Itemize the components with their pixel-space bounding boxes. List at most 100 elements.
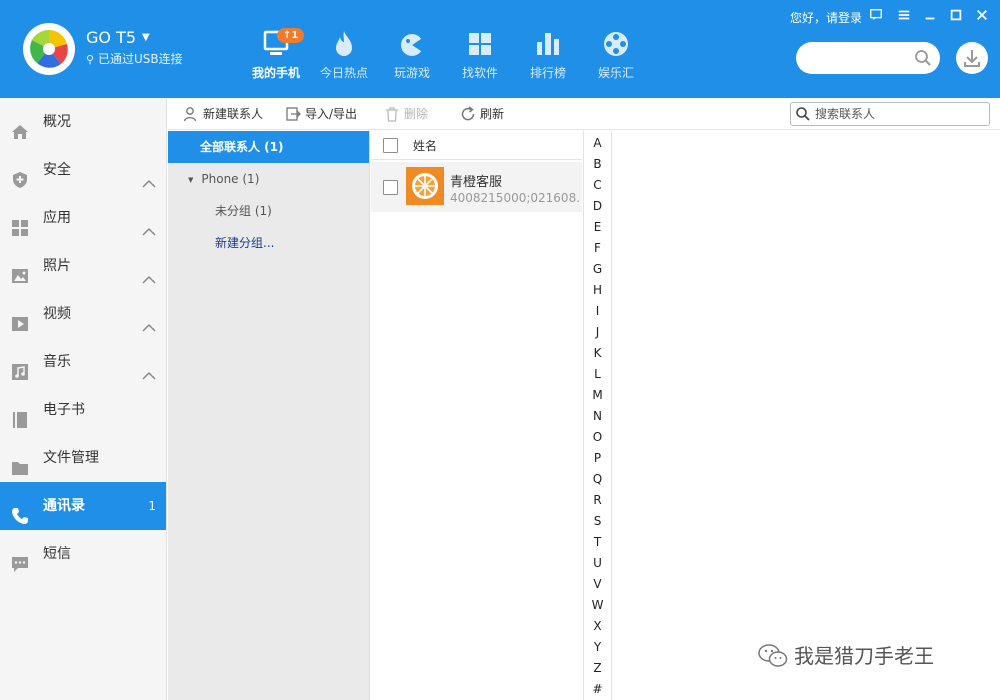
alphabet-letter[interactable]: E [584, 217, 611, 238]
refresh-icon [461, 106, 475, 121]
nav-games[interactable]: 玩游戏 [382, 28, 442, 81]
import-export-icon [286, 107, 301, 121]
sidebar-item-apps[interactable]: 应用 [0, 194, 166, 242]
close-icon[interactable] [974, 8, 990, 24]
maximize-icon[interactable] [948, 8, 964, 24]
sidebar-item-ebooks[interactable]: 电子书 [0, 386, 166, 434]
device-dropdown-icon[interactable]: ▼ [142, 32, 150, 43]
alphabet-letter[interactable]: R [584, 490, 611, 511]
alphabet-letter[interactable]: B [584, 154, 611, 175]
alphabet-letter[interactable]: I [584, 301, 611, 322]
alphabet-letter[interactable]: J [584, 322, 611, 343]
update-badge: ↑1 [277, 28, 305, 43]
group-pane: 全部联系人 (1) ▼ Phone (1) 未分组 (1) 新建分组... [168, 131, 370, 700]
phone-handset-icon [11, 497, 29, 524]
contact-name: 青橙客服 [450, 175, 503, 190]
nav-label: 排行榜 [529, 66, 566, 80]
alphabet-letter[interactable]: M [584, 385, 611, 406]
header-search-input[interactable] [808, 49, 908, 67]
alphabet-letter[interactable]: V [584, 574, 611, 595]
header-search-box [796, 42, 940, 74]
group-ungrouped[interactable]: 未分组 (1) [215, 201, 272, 221]
search-icon[interactable] [914, 49, 932, 67]
apps-grid-icon [464, 28, 496, 60]
sidebar-item-label: 概况 [43, 114, 71, 130]
delete-button[interactable]: 删除 [384, 105, 428, 123]
film-reel-icon [600, 28, 632, 60]
sidebar-item-videos[interactable]: 视频 [0, 290, 166, 338]
sidebar-item-label: 视频 [43, 306, 71, 322]
alphabet-letter[interactable]: D [584, 196, 611, 217]
expand-triangle-icon[interactable]: ▼ [188, 170, 193, 190]
sidebar-item-photos[interactable]: 照片 [0, 242, 166, 290]
alphabet-letter[interactable]: O [584, 427, 611, 448]
feedback-icon[interactable] [868, 8, 884, 24]
app-window: GO T5 ▼ ⚲ 已通过USB连接 ↑1 我的手机 今日热点 玩游戏 找软件 … [0, 0, 1000, 700]
alphabet-letter[interactable]: Z [584, 658, 611, 679]
sidebar-item-music[interactable]: 音乐 [0, 338, 166, 386]
flame-icon [328, 28, 360, 60]
login-link[interactable]: 您好，请登录 [790, 9, 862, 26]
alphabet-letter[interactable]: F [584, 238, 611, 259]
group-all-contacts[interactable]: 全部联系人 (1) [168, 131, 369, 163]
alphabet-letter[interactable]: X [584, 616, 611, 637]
nav-entertainment[interactable]: 娱乐汇 [586, 28, 646, 81]
group-phone[interactable]: ▼ Phone (1) [188, 169, 259, 189]
alphabet-letter[interactable]: U [584, 553, 611, 574]
contact-list: 姓名 青橙客服 4008215000;021608... [371, 131, 582, 700]
avatar [406, 167, 444, 205]
alphabet-letter[interactable]: G [584, 259, 611, 280]
sidebar-item-overview[interactable]: 概况 [0, 98, 166, 146]
list-item[interactable]: 青橙客服 4008215000;021608... [371, 162, 582, 212]
alphabet-letter[interactable]: Q [584, 469, 611, 490]
home-icon [11, 113, 29, 139]
alphabet-index: A B C D E F G H I J K L M N O P Q R S T U V W X Y Z # [583, 131, 612, 700]
nav-software[interactable]: 找软件 [450, 28, 510, 81]
menu-icon[interactable] [896, 8, 912, 24]
refresh-button[interactable]: 刷新 [460, 105, 504, 123]
alphabet-letter[interactable]: Y [584, 637, 611, 658]
contact-search-input[interactable] [815, 106, 985, 122]
alphabet-letter[interactable]: S [584, 511, 611, 532]
delete-label: 删除 [404, 107, 429, 121]
person-add-icon [183, 107, 197, 122]
chevron-up-icon[interactable] [142, 355, 156, 380]
alphabet-letter[interactable]: N [584, 406, 611, 427]
alphabet-letter[interactable]: K [584, 343, 611, 364]
new-group-link[interactable]: 新建分组... [215, 233, 274, 253]
alphabet-letter[interactable]: H [584, 280, 611, 301]
chevron-up-icon[interactable] [142, 163, 156, 188]
nav-my-phone[interactable]: ↑1 我的手机 [246, 28, 306, 81]
chevron-up-icon[interactable] [142, 211, 156, 236]
nav-rankings[interactable]: 排行榜 [518, 28, 578, 81]
contacts-toolbar: 新建联系人 导入/导出 删除 刷新 [168, 98, 1000, 130]
select-all-checkbox[interactable] [383, 138, 398, 153]
device-connection-status: ⚲ 已通过USB连接 [86, 50, 183, 67]
import-export-button[interactable]: 导入/导出 [285, 105, 357, 123]
download-button[interactable] [956, 42, 988, 74]
name-column-header[interactable]: 姓名 [413, 137, 437, 154]
minimize-icon[interactable] [922, 8, 938, 24]
alphabet-letter[interactable]: # [584, 679, 611, 700]
sidebar-item-sms[interactable]: 短信 [0, 530, 166, 578]
alphabet-letter[interactable]: L [584, 364, 611, 385]
chevron-up-icon[interactable] [142, 307, 156, 332]
sidebar-item-security[interactable]: 安全 [0, 146, 166, 194]
contact-phone: 4008215000;021608... [450, 191, 580, 205]
sidebar-item-label: 通讯录 [43, 498, 85, 514]
chevron-up-icon[interactable] [142, 259, 156, 284]
alphabet-letter[interactable]: A [584, 133, 611, 154]
top-header: GO T5 ▼ ⚲ 已通过USB连接 ↑1 我的手机 今日热点 玩游戏 找软件 … [0, 0, 1000, 98]
alphabet-letter[interactable]: W [584, 595, 611, 616]
sidebar-item-contacts[interactable]: 通讯录 1 [0, 482, 166, 530]
nav-label: 今日热点 [319, 66, 368, 80]
alphabet-letter[interactable]: C [584, 175, 611, 196]
alphabet-letter[interactable]: P [584, 448, 611, 469]
new-contact-button[interactable]: 新建联系人 [183, 105, 263, 123]
nav-hot-today[interactable]: 今日热点 [314, 28, 374, 81]
contact-checkbox[interactable] [383, 180, 398, 195]
alphabet-letter[interactable]: T [584, 532, 611, 553]
device-name[interactable]: GO T5 [86, 28, 136, 47]
sidebar-item-files[interactable]: 文件管理 [0, 434, 166, 482]
trash-icon [386, 107, 398, 122]
